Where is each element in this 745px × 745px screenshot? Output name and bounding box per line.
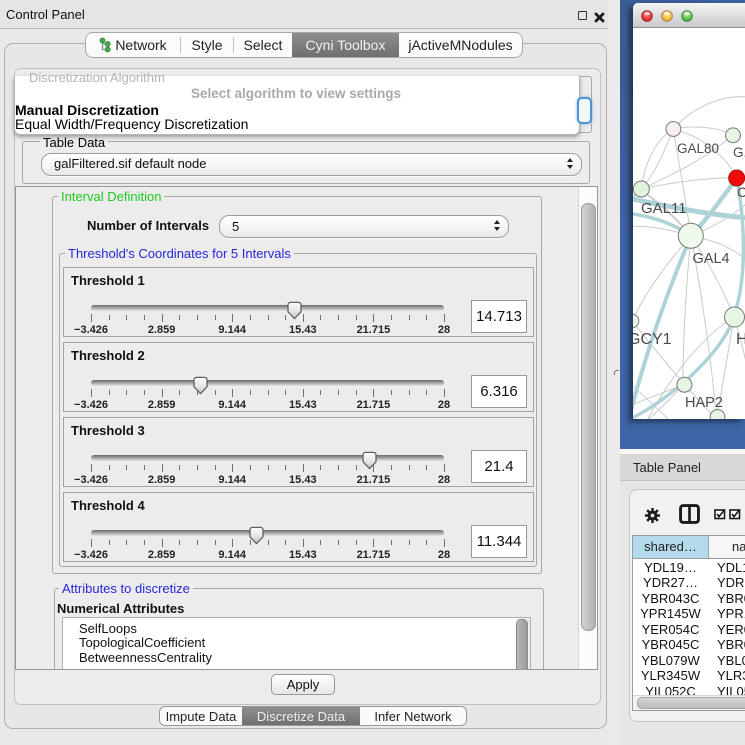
svg-text:H: H — [736, 331, 745, 348]
svg-text:G.: G. — [733, 145, 745, 160]
svg-text:HAP2: HAP2 — [685, 395, 723, 411]
svg-text:GAL11: GAL11 — [641, 200, 687, 217]
svg-text:GAL4: GAL4 — [693, 251, 730, 267]
svg-text:GCY1: GCY1 — [633, 331, 672, 348]
svg-text:GAL80: GAL80 — [677, 141, 719, 156]
svg-text:C: C — [737, 184, 745, 200]
